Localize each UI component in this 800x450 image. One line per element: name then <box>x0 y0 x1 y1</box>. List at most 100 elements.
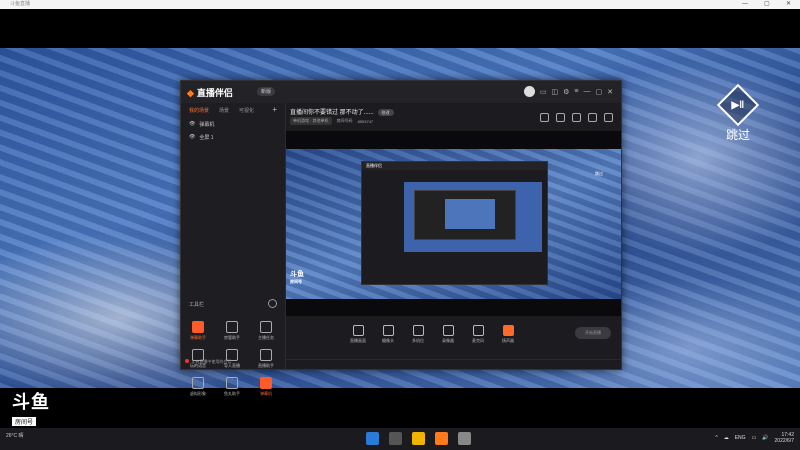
multicam-icon <box>412 325 424 336</box>
date: 2022/6/7 <box>774 438 794 444</box>
tool-live-helper[interactable]: 直播助手 <box>251 349 281 369</box>
window-title: 斗鱼直播 <box>10 1 31 7</box>
scene-tabs: 我的场景 场景 可视化 + <box>181 103 285 118</box>
settings-icon[interactable]: ⚙ <box>563 88 569 96</box>
copy-icon[interactable] <box>572 113 581 122</box>
preview-skip: 跳过 <box>595 171 603 176</box>
category-tag[interactable]: 单机游戏 · 其他单机 <box>290 117 332 125</box>
share-icon[interactable] <box>604 113 613 122</box>
room-label: 房间号码 <box>336 118 353 123</box>
tool-icon <box>192 321 204 333</box>
eye-icon[interactable]: 👁 <box>189 121 195 128</box>
eye-icon[interactable]: 👁 <box>189 134 195 141</box>
app-status-bar <box>286 359 621 369</box>
start-icon[interactable] <box>366 432 379 445</box>
tool-icon <box>260 377 272 389</box>
nested-app-title: 直播伴侣 <box>362 162 547 170</box>
file-explorer-icon[interactable] <box>412 432 425 445</box>
add-scene-icon[interactable]: + <box>272 106 277 114</box>
control-screen-capture[interactable]: 直播画面 <box>344 325 372 344</box>
screen-icon <box>352 325 364 336</box>
volume-icon[interactable]: 🔊 <box>762 435 768 441</box>
bell-icon[interactable] <box>588 113 597 122</box>
control-camera[interactable]: 摄像头 <box>374 325 402 344</box>
control-recorder[interactable]: 录像器 <box>434 325 462 344</box>
live-app-icon[interactable] <box>435 432 448 445</box>
skip-label: 跳过 <box>725 128 750 142</box>
message-icon[interactable]: ▭ <box>540 88 547 96</box>
nested-window: 直播伴侣 <box>361 161 548 285</box>
more-tools-icon[interactable] <box>268 299 277 308</box>
camera-icon <box>382 325 394 336</box>
stream-preview[interactable]: 直播伴侣 跳过 斗鱼 房间号 <box>286 131 621 316</box>
control-multicam[interactable]: 多机位 <box>404 325 432 344</box>
tool-danmu-helper[interactable]: 弹幕助手 <box>183 321 213 341</box>
preview-watermark: 斗鱼 房间号 <box>290 271 304 284</box>
room-label: 房间号 <box>12 417 37 426</box>
close-button[interactable]: ✕ <box>786 0 791 9</box>
avatar[interactable] <box>523 86 535 97</box>
brand-logo: 斗鱼 <box>12 392 50 412</box>
window-titlebar: 斗鱼直播 — ▢ ✕ <box>0 0 800 9</box>
tool-icon <box>226 321 238 333</box>
tool-icon <box>260 321 272 333</box>
alert-icon <box>185 359 189 363</box>
tool-room-admin[interactable]: 房管助手 <box>217 321 247 341</box>
maximize-button[interactable]: ▢ <box>764 0 770 9</box>
tab-scenes[interactable]: 场景 <box>219 107 229 114</box>
minimize-icon[interactable]: — <box>584 88 591 95</box>
record-icon <box>442 325 454 336</box>
chevron-up-icon[interactable]: ^ <box>715 435 717 441</box>
source-item[interactable]: 👁 全屏 1 <box>181 131 285 144</box>
streaming-app-window: ◆ 直播伴侣 新版 ▭ ◫ ⚙ ≡ — ▢ ✕ 我的场景 场景 可视化 + 👁 弹幕… <box>180 80 622 396</box>
app-header: ◆ 直播伴侣 新版 ▭ ◫ ⚙ ≡ — ▢ ✕ <box>181 81 621 103</box>
app-logo: ◆ 直播伴侣 <box>187 88 233 98</box>
room-title: 直播间你不要错过 那不动了...... 修改 <box>290 107 394 116</box>
search-icon[interactable] <box>389 432 402 445</box>
close-icon[interactable]: ✕ <box>607 88 613 96</box>
room-number: 8553747 <box>357 118 374 124</box>
gift-box-icon[interactable] <box>540 113 549 122</box>
clock[interactable]: 17:42 2022/6/7 <box>775 432 794 444</box>
tool-icon <box>192 377 204 389</box>
language-indicator[interactable]: ENG <box>735 435 746 441</box>
tools-header: 工具栏 <box>189 299 277 308</box>
source-item[interactable]: 👁 弹幕机 <box>181 118 285 131</box>
skip-button[interactable]: ▶‖ 跳过 <box>716 83 760 143</box>
control-microphone[interactable]: 麦克风 <box>464 325 492 344</box>
tool-fishball[interactable]: 鱼丸助手 <box>217 377 247 397</box>
logo-icon: ◆ <box>187 88 194 98</box>
stream-controls: 直播画面 摄像头 多机位 录像器 麦克风 扬声器 <box>286 325 679 349</box>
sidebar-footer: 5.有直播中使用的会话 <box>185 359 231 365</box>
nested-preview <box>404 182 542 252</box>
microphone-icon <box>472 325 484 336</box>
taskbar: 26°C 晴 ^ ☁ ENG ▭ 🔊 17:42 2022/6/7 <box>0 428 800 450</box>
lock-icon[interactable] <box>556 113 565 122</box>
edit-title-button[interactable]: 修改 <box>377 109 394 116</box>
cloud-icon[interactable]: ☁ <box>724 435 729 441</box>
weather-widget[interactable]: 26°C 晴 <box>6 432 24 439</box>
speaker-icon <box>502 325 514 336</box>
tool-avatar[interactable]: 虚拟形象 <box>183 377 213 397</box>
main-panel: 直播间你不要错过 那不动了...... 修改 单机游戏 · 其他单机 房间号码 8… <box>286 103 621 369</box>
minimize-button[interactable]: — <box>742 0 748 9</box>
skip-icon: ▶‖ <box>716 83 760 127</box>
maximize-icon[interactable]: ▢ <box>596 88 603 96</box>
tool-icon <box>260 349 272 361</box>
app-icon[interactable] <box>458 432 471 445</box>
system-tray: ^ ☁ ENG ▭ 🔊 17:42 2022/6/7 <box>715 432 794 444</box>
gift-icon[interactable]: ◫ <box>552 88 559 96</box>
version-badge[interactable]: 新版 <box>257 87 276 96</box>
start-live-button[interactable]: 开始直播 <box>575 327 611 339</box>
main-icons <box>540 113 613 122</box>
app-top-icons: ▭ ◫ ⚙ ≡ — ▢ ✕ <box>523 86 613 97</box>
control-speaker[interactable]: 扬声器 <box>494 325 522 344</box>
tool-danmu-machine[interactable]: 弹幕机 <box>251 377 281 397</box>
taskbar-apps <box>366 432 471 445</box>
tab-my-scenes[interactable]: 我的场景 <box>189 107 209 114</box>
tab-visual[interactable]: 可视化 <box>239 107 254 114</box>
network-icon[interactable]: ▭ <box>752 435 757 441</box>
nested-preview-2 <box>445 199 495 229</box>
tool-streamer-task[interactable]: 主播任务 <box>251 321 281 341</box>
menu-icon[interactable]: ≡ <box>574 88 578 95</box>
